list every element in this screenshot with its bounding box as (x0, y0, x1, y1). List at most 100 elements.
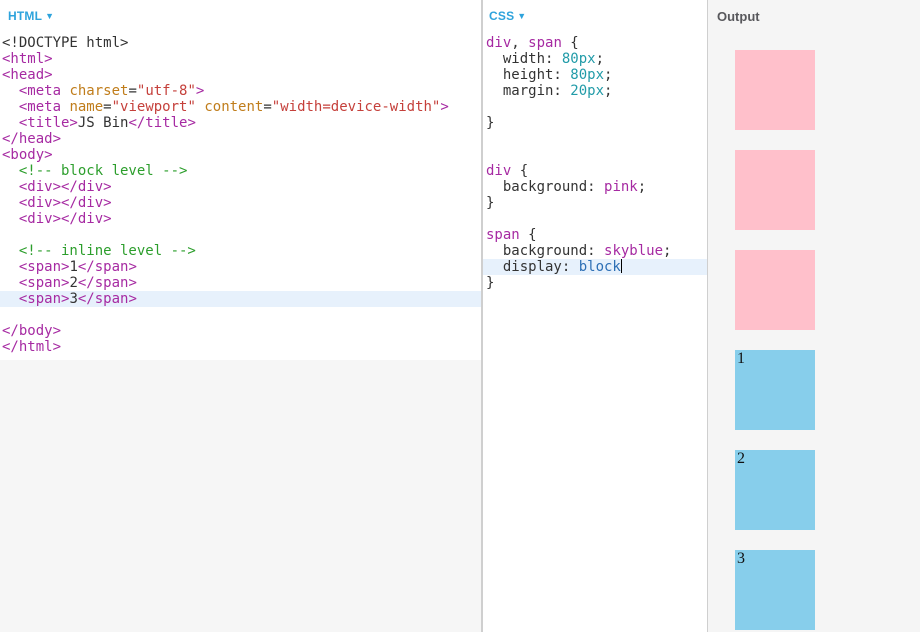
code-token: <title> (18, 115, 78, 131)
code-token: 1 (69, 259, 78, 275)
code-line[interactable]: <!-- inline level --> (0, 243, 481, 259)
code-line[interactable]: <!DOCTYPE html> (0, 35, 481, 51)
code-token: pink (604, 179, 638, 195)
code-line[interactable]: <div></div> (0, 179, 481, 195)
code-line[interactable]: background: skyblue; (483, 243, 707, 259)
code-line[interactable]: background: pink; (483, 179, 707, 195)
code-line[interactable]: <!-- block level --> (0, 163, 481, 179)
code-line[interactable]: margin: 20px; (483, 83, 707, 99)
text-cursor (620, 259, 622, 273)
code-line[interactable]: <title>JS Bin</title> (0, 115, 481, 131)
code-token: <head> (2, 67, 53, 83)
code-token: ; (604, 83, 613, 99)
code-line[interactable] (483, 99, 707, 115)
code-token: <body> (2, 147, 53, 163)
code-line[interactable]: } (483, 275, 707, 291)
output-box-skyblue: 1 (735, 350, 815, 430)
code-token: name (61, 99, 104, 115)
output-box-pink (735, 50, 815, 130)
code-line[interactable]: <div></div> (0, 211, 481, 227)
code-line[interactable]: <div></div> (0, 195, 481, 211)
css-code-editor[interactable]: div, span { width: 80px; height: 80px; m… (483, 35, 707, 291)
code-token: <div></div> (18, 179, 112, 195)
code-token: content (195, 99, 264, 115)
code-line[interactable]: div, span { (483, 35, 707, 51)
code-line[interactable]: div { (483, 163, 707, 179)
code-token: </span> (77, 275, 137, 291)
code-line[interactable]: <head> (0, 67, 481, 83)
code-token: <span> (18, 259, 70, 275)
code-token: ; (595, 51, 605, 67)
code-token: <html> (2, 51, 53, 67)
html-code-editor[interactable]: <!DOCTYPE html> <html> <head> <meta charse… (0, 35, 481, 355)
code-token: span (486, 227, 520, 243)
html-editor-panel: HTML ▼ <!DOCTYPE html> <html> <head> <meta … (0, 0, 481, 632)
code-token: charset (61, 83, 129, 99)
code-token: margin: (486, 83, 571, 99)
code-line[interactable]: <span>3</span> (0, 291, 481, 307)
code-token: = (128, 83, 137, 99)
code-token: <meta (18, 83, 62, 99)
code-token: display: (486, 259, 579, 275)
code-token: 20px (570, 83, 605, 99)
code-line[interactable]: </html> (0, 339, 481, 355)
code-line[interactable]: } (483, 195, 707, 211)
code-token: JS Bin (77, 115, 129, 131)
chevron-down-icon: ▼ (45, 11, 55, 21)
code-line[interactable]: height: 80px; (483, 67, 707, 83)
code-line[interactable] (483, 131, 707, 147)
code-line[interactable]: </head> (0, 131, 481, 147)
code-token: ; (663, 243, 672, 259)
code-line[interactable]: <span>2</span> (0, 275, 481, 291)
output-box-pink (735, 150, 815, 230)
code-line[interactable]: </body> (0, 323, 481, 339)
html-panel-menu[interactable]: HTML ▼ (8, 9, 54, 23)
code-token: "width=device-width" (271, 99, 441, 115)
code-token: </body> (2, 323, 62, 339)
code-line[interactable]: <body> (0, 147, 481, 163)
code-token: div (486, 163, 512, 179)
output-box-skyblue: 3 (735, 550, 815, 630)
code-line[interactable] (483, 147, 707, 163)
code-line[interactable] (0, 307, 481, 323)
code-token: > (195, 83, 205, 99)
code-line[interactable] (483, 211, 707, 227)
code-token: > (440, 99, 449, 115)
code-token: 80px (570, 67, 605, 83)
code-token: background: (486, 179, 605, 195)
code-token: <!-- block level --> (18, 163, 188, 179)
code-line[interactable] (0, 227, 481, 243)
code-token: { (561, 35, 579, 51)
code-token: <span> (18, 275, 70, 291)
code-line[interactable]: span { (483, 227, 707, 243)
code-token: = (263, 99, 272, 115)
code-token: "utf-8" (136, 83, 196, 99)
code-line[interactable]: <html> (0, 51, 481, 67)
css-panel-menu[interactable]: CSS ▼ (489, 9, 526, 23)
code-token: span (528, 35, 562, 51)
code-token: div (486, 35, 512, 51)
code-token: </head> (2, 131, 62, 147)
code-token: <meta (18, 99, 62, 115)
code-token: skyblue (604, 243, 664, 259)
code-line[interactable]: } (483, 115, 707, 131)
code-line[interactable]: <meta name="viewport" content="width=dev… (0, 99, 481, 115)
code-token: </span> (77, 259, 137, 275)
code-token: <span> (18, 291, 70, 307)
code-token: <!-- inline level --> (18, 243, 196, 259)
code-token: block (578, 259, 621, 275)
output-box-skyblue: 2 (735, 450, 815, 530)
code-line[interactable]: display: block (483, 259, 707, 275)
code-line[interactable]: width: 80px; (483, 51, 707, 67)
code-line[interactable]: <span>1</span> (0, 259, 481, 275)
code-token: } (486, 195, 495, 211)
code-token: ; (637, 179, 647, 195)
code-line[interactable]: <meta charset="utf-8"> (0, 83, 481, 99)
